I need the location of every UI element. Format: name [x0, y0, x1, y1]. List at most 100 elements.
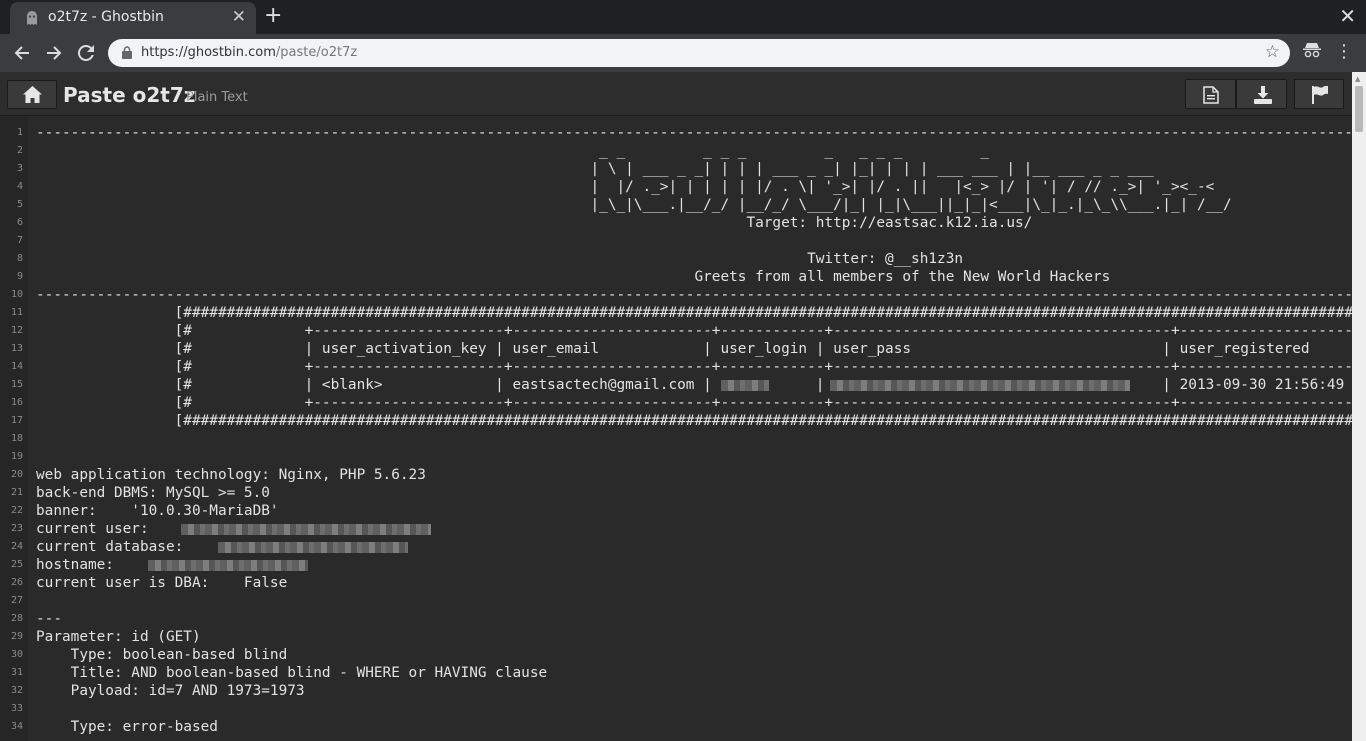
line-number: 28 — [10, 613, 23, 624]
window-close-button[interactable]: ✕ — [1339, 3, 1356, 29]
home-icon — [23, 86, 42, 103]
document-icon — [1203, 86, 1219, 104]
code-line: current database: — [36, 539, 184, 555]
line-number: 15 — [10, 379, 23, 390]
browser-toolbar: https://ghostbin.com/paste/o2t7z ☆ ⋮ — [0, 34, 1366, 72]
line-number: 18 — [10, 433, 23, 444]
line-number: 2 — [16, 145, 23, 156]
code-line: back-end DBMS: MySQL >= 5.0 — [36, 485, 270, 501]
line-number: 5 — [16, 199, 23, 210]
line-number: 11 — [10, 307, 23, 318]
code-line: Greets from all members of the New World… — [36, 269, 1111, 285]
line-number: 9 — [16, 271, 23, 282]
code-line: [# +----------------------+-------------… — [36, 323, 1352, 339]
line-number: 19 — [10, 451, 23, 462]
code-line: [# +----------------------+-------------… — [36, 395, 1352, 411]
page-title: Paste o2t7z — [63, 83, 196, 107]
scroll-up-arrow-icon[interactable]: ▲ — [1355, 75, 1360, 83]
url-text: https://ghostbin.com/paste/o2t7z — [141, 45, 357, 60]
scrollbar-thumb[interactable] — [1355, 86, 1363, 132]
code-line: [#######################################… — [174, 305, 1352, 321]
back-button[interactable] — [9, 40, 35, 66]
code-line: web application technology: Nginx, PHP 5… — [36, 467, 426, 483]
line-number: 4 — [16, 181, 23, 192]
incognito-icon[interactable] — [1302, 42, 1322, 58]
line-number: 23 — [10, 523, 23, 534]
line-number: 6 — [16, 217, 23, 228]
code-line: ----------------------------------------… — [36, 125, 1352, 141]
line-number: 20 — [10, 469, 23, 480]
raw-button[interactable] — [1185, 79, 1236, 109]
code-line: ----------------------------------------… — [36, 287, 1352, 303]
kebab-menu-icon[interactable]: ⋮ — [1335, 39, 1353, 65]
ghost-icon — [27, 11, 37, 25]
url-path: /paste/o2t7z — [275, 45, 358, 60]
code-line: banner: '10.0.30-MariaDB' — [36, 503, 279, 519]
line-number: 16 — [10, 397, 23, 408]
code-line: Title: AND boolean-based blind - WHERE o… — [36, 665, 548, 681]
line-number: 1 — [16, 127, 23, 138]
language-label: Plain Text — [186, 90, 248, 105]
line-number: 17 — [10, 415, 23, 426]
paste-content: 1 2 3 4 5 6 7 8 9 10 11 12 13 14 15 16 17 18 19 20 21 22 23 24 2… — [0, 116, 1352, 741]
code-line: | \ | ___ _ _| | | | ___ _ _| |_| | | | … — [36, 161, 1154, 177]
line-number: 31 — [10, 667, 23, 678]
line-number: 13 — [10, 343, 23, 354]
code-line: [#######################################… — [174, 413, 1352, 429]
code-line: current user is DBA: False — [36, 575, 288, 591]
line-number: 22 — [10, 505, 23, 516]
paste-header: Paste o2t7z Plain Text — [0, 72, 1366, 116]
forward-button[interactable] — [41, 40, 67, 66]
line-number: 32 — [10, 685, 23, 696]
code-line: --- — [36, 611, 62, 627]
line-number: 12 — [10, 325, 23, 336]
code-line: [# +----------------------+-------------… — [36, 359, 1352, 375]
tab-close-icon[interactable]: ✕ — [232, 8, 246, 26]
tab-strip: o2t7z - Ghostbin ✕ + ✕ — [0, 0, 1366, 34]
redacted-text — [830, 380, 1130, 391]
home-button[interactable] — [7, 80, 57, 109]
line-number: 24 — [10, 541, 23, 552]
line-number: 29 — [10, 631, 23, 642]
code-line: |_\_|\___.|__/_/ |__/_/ \___/|_| |_|\___… — [36, 197, 1232, 213]
browser-tab[interactable]: o2t7z - Ghostbin ✕ — [10, 2, 256, 34]
code-lines: ----------------------------------------… — [36, 116, 1352, 741]
line-number: 30 — [10, 649, 23, 660]
reload-icon — [77, 44, 94, 61]
arrow-right-icon — [47, 46, 62, 60]
line-number: 14 — [10, 361, 23, 372]
new-tab-button[interactable]: + — [264, 3, 282, 29]
line-number: 27 — [10, 595, 23, 606]
line-number: 3 — [16, 163, 23, 174]
reload-button[interactable] — [73, 40, 99, 66]
flag-icon — [1312, 86, 1328, 104]
line-number: 21 — [10, 487, 23, 498]
vertical-scrollbar[interactable]: ▲ — [1352, 72, 1366, 741]
redacted-text — [218, 542, 408, 553]
report-button[interactable] — [1294, 79, 1344, 109]
code-line: Parameter: id (GET) — [36, 629, 201, 645]
code-line: Payload: id=7 AND 1973=1973 — [36, 683, 305, 699]
line-number: 34 — [10, 721, 23, 732]
line-number: 25 — [10, 559, 23, 570]
line-number: 26 — [10, 577, 23, 588]
star-icon[interactable]: ☆ — [1265, 42, 1280, 62]
code-line: Target: http://eastsac.k12.ia.us/ — [36, 215, 1033, 231]
code-line: Type: error-based — [36, 719, 218, 735]
download-button[interactable] — [1236, 79, 1287, 109]
line-number-gutter: 1 2 3 4 5 6 7 8 9 10 11 12 13 14 15 16 17 18 19 20 21 22 23 24 2… — [0, 116, 28, 741]
code-line: current user: — [36, 521, 149, 537]
tab-title: o2t7z - Ghostbin — [48, 9, 164, 25]
address-bar[interactable]: https://ghostbin.com/paste/o2t7z ☆ — [108, 39, 1290, 67]
line-number: 33 — [10, 703, 23, 714]
url-host: https://ghostbin.com — [141, 45, 276, 60]
download-icon — [1254, 86, 1272, 104]
lock-icon — [122, 46, 132, 59]
line-number: 7 — [16, 235, 23, 246]
code-line: [# | user_activation_key | user_email | … — [36, 341, 1352, 357]
code-line: | |/ ._>| | | | | |/ . \| '_>| |/ . || |… — [36, 179, 1215, 195]
arrow-left-icon — [14, 46, 29, 60]
redacted-text — [181, 524, 431, 535]
code-line: Type: boolean-based blind — [36, 647, 288, 663]
code-line: _ _ _ _ _ _ _ _ _ _ — [36, 143, 990, 159]
